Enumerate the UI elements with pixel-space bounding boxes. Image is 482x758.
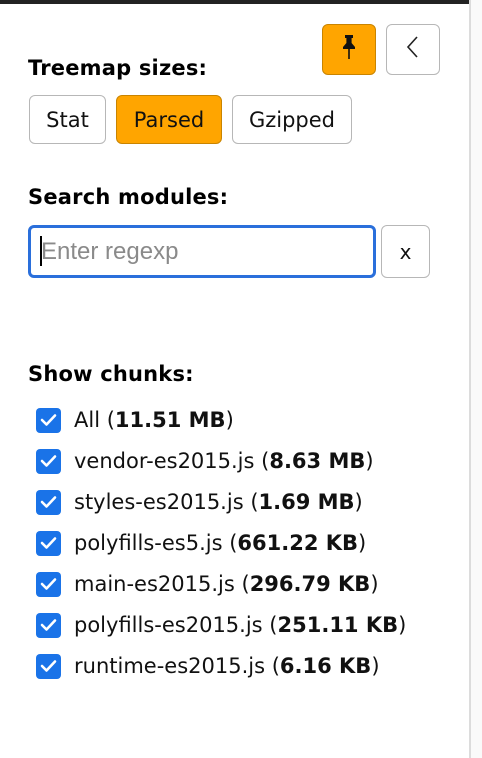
chunk-size: 296.79 KB: [249, 572, 371, 596]
chunk-size: 6.16 KB: [279, 654, 372, 678]
pin-icon: [341, 34, 357, 65]
search-input[interactable]: [28, 225, 376, 278]
chunk-name: main-es2015.js: [74, 572, 235, 596]
chunk-label: runtime-es2015.js (6.16 KB): [74, 654, 380, 678]
clear-search-button[interactable]: x: [381, 225, 430, 278]
size-gzipped-button[interactable]: Gzipped: [232, 95, 352, 144]
size-parsed-button[interactable]: Parsed: [116, 95, 222, 144]
chunk-item[interactable]: styles-es2015.js (1.69 MB): [36, 488, 363, 516]
checkmark-icon: [40, 660, 57, 672]
chunk-name: All: [74, 408, 101, 432]
top-border: [0, 0, 470, 4]
checkmark-icon: [40, 619, 57, 631]
chunk-item[interactable]: polyfills-es5.js (661.22 KB): [36, 529, 366, 557]
treemap-sizes-label: Treemap sizes:: [28, 56, 208, 80]
chevron-left-icon: [406, 35, 420, 64]
size-stat-button[interactable]: Stat: [29, 95, 106, 144]
chunk-item[interactable]: runtime-es2015.js (6.16 KB): [36, 652, 380, 680]
chunk-checkbox[interactable]: [36, 407, 61, 433]
chunk-checkbox[interactable]: [36, 489, 61, 515]
chunk-size: 8.63 MB: [269, 449, 366, 473]
chunk-name: polyfills-es5.js: [74, 531, 223, 555]
chunk-name: styles-es2015.js: [74, 490, 244, 514]
chunk-label: polyfills-es5.js (661.22 KB): [74, 531, 367, 555]
show-chunks-label: Show chunks:: [28, 362, 194, 386]
checkmark-icon: [40, 578, 57, 590]
checkmark-icon: [40, 455, 57, 467]
chunk-label: polyfills-es2015.js (251.11 KB): [74, 613, 407, 637]
chunk-checkbox[interactable]: [36, 448, 61, 474]
checkmark-icon: [40, 496, 57, 508]
chunk-item[interactable]: vendor-es2015.js (8.63 MB): [36, 447, 374, 475]
chunk-label: styles-es2015.js (1.69 MB): [74, 490, 363, 514]
pin-sidebar-button[interactable]: [322, 24, 376, 75]
chunk-size: 1.69 MB: [258, 490, 355, 514]
chunk-checkbox[interactable]: [36, 571, 61, 597]
chunk-size: 11.51 MB: [114, 408, 226, 432]
checkmark-icon: [40, 537, 57, 549]
chunk-size: 661.22 KB: [237, 531, 359, 555]
search-modules-label: Search modules:: [28, 185, 229, 209]
treemap-edge: [471, 0, 482, 758]
chunk-checkbox[interactable]: [36, 653, 61, 679]
chunk-label: All (11.51 MB): [74, 408, 234, 432]
chunk-label: main-es2015.js (296.79 KB): [74, 572, 379, 596]
chunk-item[interactable]: main-es2015.js (296.79 KB): [36, 570, 379, 598]
chunk-checkbox[interactable]: [36, 530, 61, 556]
chunk-name: runtime-es2015.js: [74, 654, 266, 678]
text-caret: [40, 236, 42, 266]
checkmark-icon: [40, 414, 57, 426]
chunk-name: polyfills-es2015.js: [74, 613, 263, 637]
chunk-label: vendor-es2015.js (8.63 MB): [74, 449, 374, 473]
chunk-item[interactable]: All (11.51 MB): [36, 406, 234, 434]
collapse-sidebar-button[interactable]: [386, 24, 440, 75]
chunk-size: 251.11 KB: [277, 613, 399, 637]
chunk-name: vendor-es2015.js: [74, 449, 255, 473]
chunk-item[interactable]: polyfills-es2015.js (251.11 KB): [36, 611, 406, 639]
chunk-checkbox[interactable]: [36, 612, 61, 638]
